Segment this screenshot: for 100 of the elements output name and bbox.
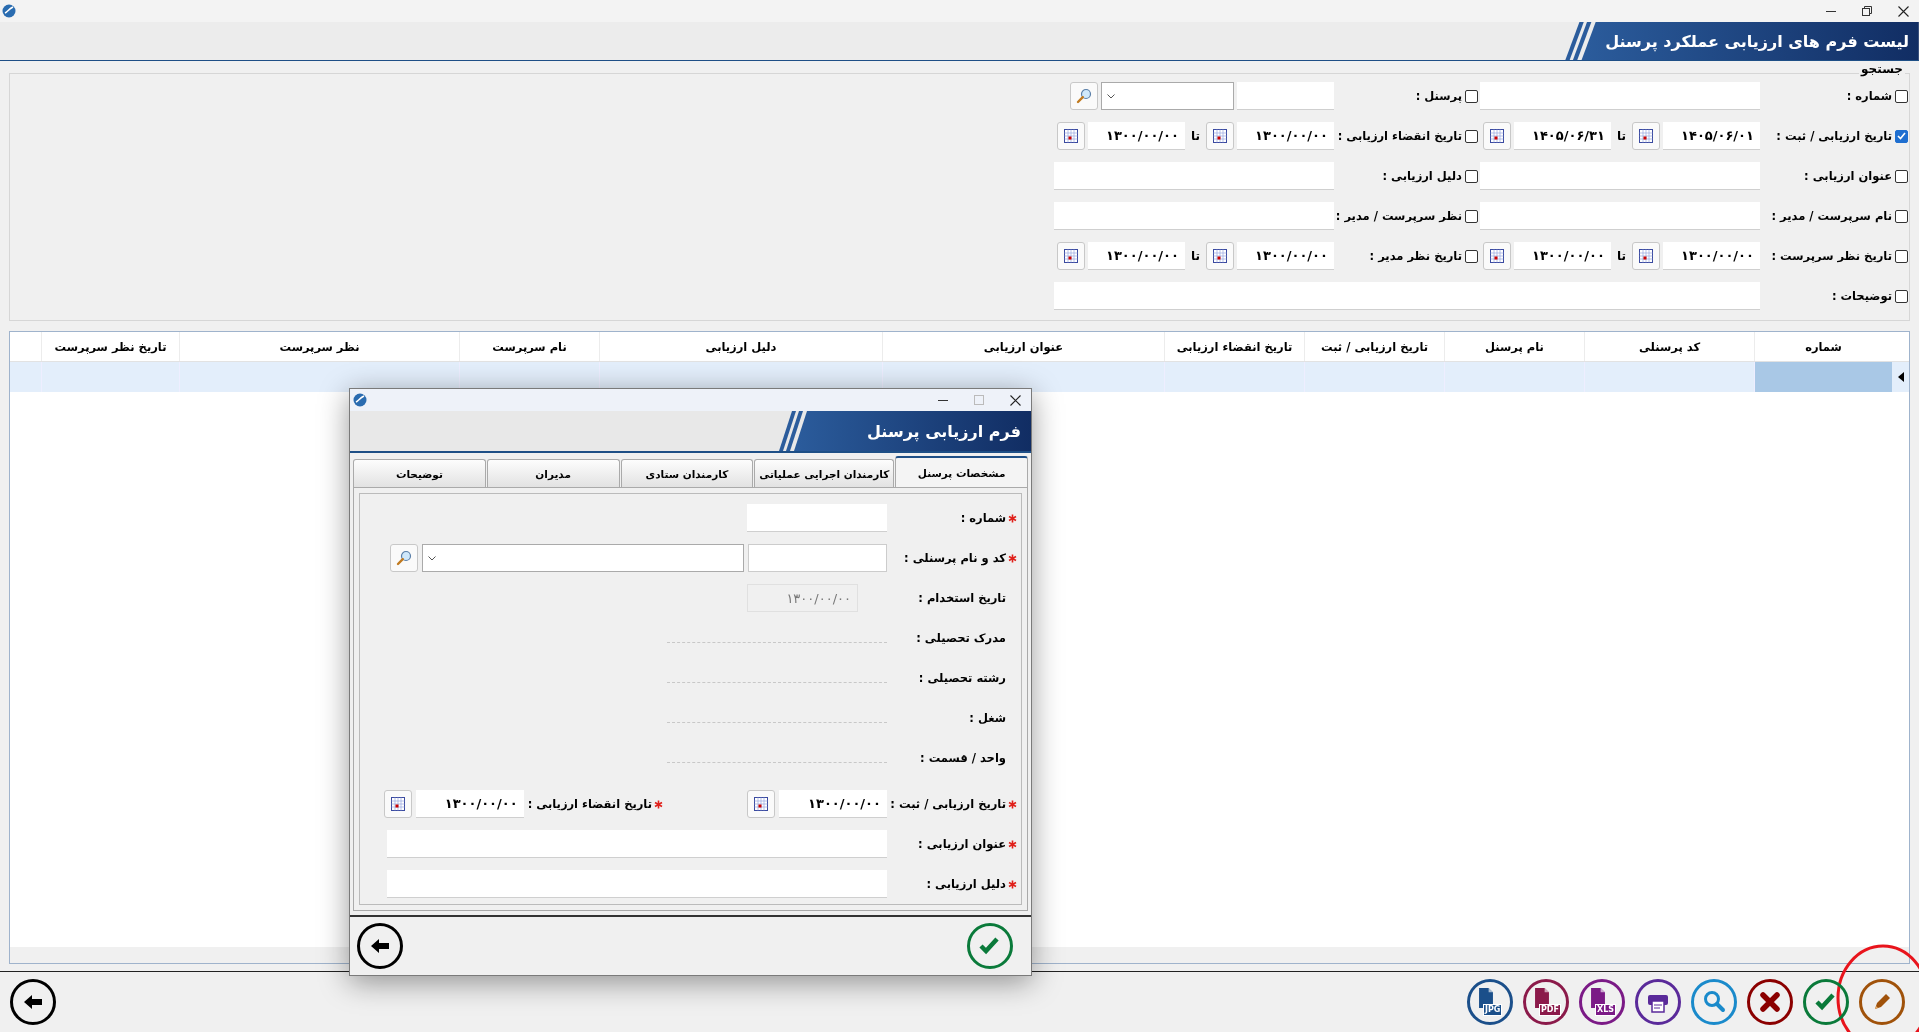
tab[interactable]: مشخصات پرسنل (895, 456, 1028, 487)
text-field[interactable] (1480, 82, 1760, 110)
date-field[interactable]: ۱۳۰۰/۰۰/۰۰ (1237, 242, 1334, 270)
dropdown-field[interactable] (422, 544, 744, 572)
date-field[interactable]: ۱۳۰۰/۰۰/۰۰ (1237, 122, 1334, 150)
calendar-icon (1064, 129, 1078, 143)
date-field[interactable]: ۱۳۰۰/۰۰/۰۰ (779, 790, 887, 818)
text-field[interactable] (1054, 282, 1760, 310)
checkbox[interactable] (1895, 209, 1908, 223)
date-field[interactable]: ۱۳۰۰/۰۰/۰۰ (1088, 242, 1185, 270)
delete-button[interactable] (1747, 979, 1793, 1025)
calendar-button[interactable] (747, 790, 775, 818)
calendar-button[interactable] (1057, 122, 1085, 150)
field-label: تاریخ ارزیابی / ثبت : (890, 797, 1006, 811)
date-field[interactable]: ۱۳۰۰/۰۰/۰۰ (1514, 242, 1611, 270)
calendar-icon (1064, 249, 1078, 263)
field-label: تاریخ استخدام : (918, 591, 1006, 605)
print-button[interactable] (1635, 979, 1681, 1025)
search-icon (1076, 88, 1092, 104)
search-button[interactable] (390, 544, 418, 572)
close-icon[interactable] (1898, 5, 1909, 17)
search-button[interactable] (1691, 979, 1737, 1025)
checkbox[interactable] (1465, 249, 1478, 263)
confirm-button[interactable] (967, 923, 1013, 969)
dropdown-field[interactable] (1101, 82, 1234, 110)
text-field[interactable] (387, 870, 887, 898)
field-label: کد و نام پرسنلی : (904, 551, 1006, 565)
date-field[interactable]: ۱۳۰۰/۰۰/۰۰ (1663, 242, 1760, 270)
text-field[interactable] (1480, 202, 1760, 230)
column-header[interactable]: شماره (1754, 332, 1892, 361)
column-header[interactable]: تاریخ نظر سرپرست (41, 332, 179, 361)
filter-label: توضیحات : (1831, 289, 1892, 303)
text-field[interactable] (747, 504, 887, 532)
column-header[interactable]: تاریخ انقضاء ارزیابی (1164, 332, 1304, 361)
text-field[interactable] (1054, 162, 1334, 190)
filter-label: نام سرپرست / مدیر : (1771, 209, 1892, 223)
calendar-button[interactable] (383, 790, 412, 818)
page-title: لیست فرم های ارزیابی عملکرد پرسنل (1605, 31, 1909, 51)
date-field[interactable]: ۱۴۰۵/۰۶/۰۱ (1663, 122, 1760, 150)
calendar-icon (1213, 249, 1227, 263)
search-icon (396, 550, 412, 566)
column-header[interactable]: نام پرسنل (1444, 332, 1584, 361)
table-cell[interactable] (1754, 362, 1892, 392)
tab[interactable]: کارمندان اجرایی عملیاتی (754, 459, 895, 487)
field-label: عنوان ارزیابی : (918, 837, 1006, 851)
calendar-button[interactable] (1483, 242, 1511, 270)
tab[interactable]: توضیحات (353, 459, 486, 487)
column-header[interactable]: کد پرسنلی (1584, 332, 1754, 361)
text-field[interactable] (1480, 162, 1760, 190)
column-header[interactable]: نظر سرپرست (179, 332, 459, 361)
column-header[interactable]: نام سرپرست (459, 332, 599, 361)
checkbox[interactable] (1895, 289, 1908, 303)
checkbox[interactable] (1465, 89, 1478, 103)
tab[interactable]: مدیران (486, 459, 620, 487)
filter-label: تاریخ ارزیابی / ثبت : (1776, 129, 1892, 143)
search-button[interactable] (1070, 82, 1098, 110)
xls-button[interactable]: XLS (1579, 979, 1625, 1025)
calendar-button[interactable] (1206, 122, 1234, 150)
date-field[interactable]: ۱۳۰۰/۰۰/۰۰ (1088, 122, 1185, 150)
range-label: تا (1616, 249, 1627, 263)
text-field[interactable] (387, 830, 887, 858)
checkbox[interactable] (1465, 169, 1478, 183)
restore-icon[interactable] (1862, 6, 1872, 16)
chevron-down-icon (1107, 93, 1115, 99)
filter-label: شماره : (1846, 89, 1892, 103)
tab[interactable]: کارمندان ستادی (620, 459, 754, 487)
filter-label: پرسنل : (1415, 89, 1462, 103)
jpg-button[interactable]: JPG (1467, 979, 1513, 1025)
checkbox[interactable] (1895, 169, 1908, 183)
back-button[interactable] (357, 923, 403, 969)
calendar-button[interactable] (1632, 242, 1660, 270)
code-field[interactable] (748, 544, 887, 572)
date-field[interactable]: ۱۳۰۰/۰۰/۰۰ (415, 790, 524, 818)
calendar-button[interactable] (1632, 122, 1660, 150)
back-button[interactable] (10, 979, 56, 1025)
checkbox[interactable] (1465, 209, 1478, 223)
checkbox[interactable] (1895, 249, 1908, 263)
chevron-down-icon (428, 555, 436, 561)
range-label: تا (1616, 129, 1627, 143)
calendar-button[interactable] (1057, 242, 1085, 270)
checkbox[interactable] (1465, 129, 1478, 143)
calendar-button[interactable] (1206, 242, 1234, 270)
calendar-icon (1639, 249, 1653, 263)
column-header[interactable]: دلیل ارزیابی (599, 332, 882, 361)
column-header[interactable]: تاریخ ارزیابی / ثبت (1304, 332, 1444, 361)
filter-label: نظر سرپرست / مدیر : (1335, 209, 1462, 223)
pdf-button[interactable]: PDF (1523, 979, 1569, 1025)
confirm-button[interactable] (1803, 979, 1849, 1025)
edit-button[interactable] (1859, 979, 1905, 1025)
calendar-icon (1639, 129, 1653, 143)
text-field[interactable] (1054, 202, 1334, 230)
checkbox[interactable] (1895, 89, 1908, 103)
date-field[interactable]: ۱۴۰۵/۰۶/۳۱ (1514, 122, 1611, 150)
checkbox[interactable] (1895, 129, 1908, 143)
column-header[interactable]: عنوان ارزیابی (882, 332, 1164, 361)
code-field[interactable] (1237, 82, 1334, 110)
date-display: ۱۳۰۰/۰۰/۰۰ (747, 584, 858, 612)
field-label: دلیل ارزیابی : (926, 877, 1006, 891)
calendar-button[interactable] (1483, 122, 1511, 150)
close-icon[interactable] (1010, 394, 1021, 406)
